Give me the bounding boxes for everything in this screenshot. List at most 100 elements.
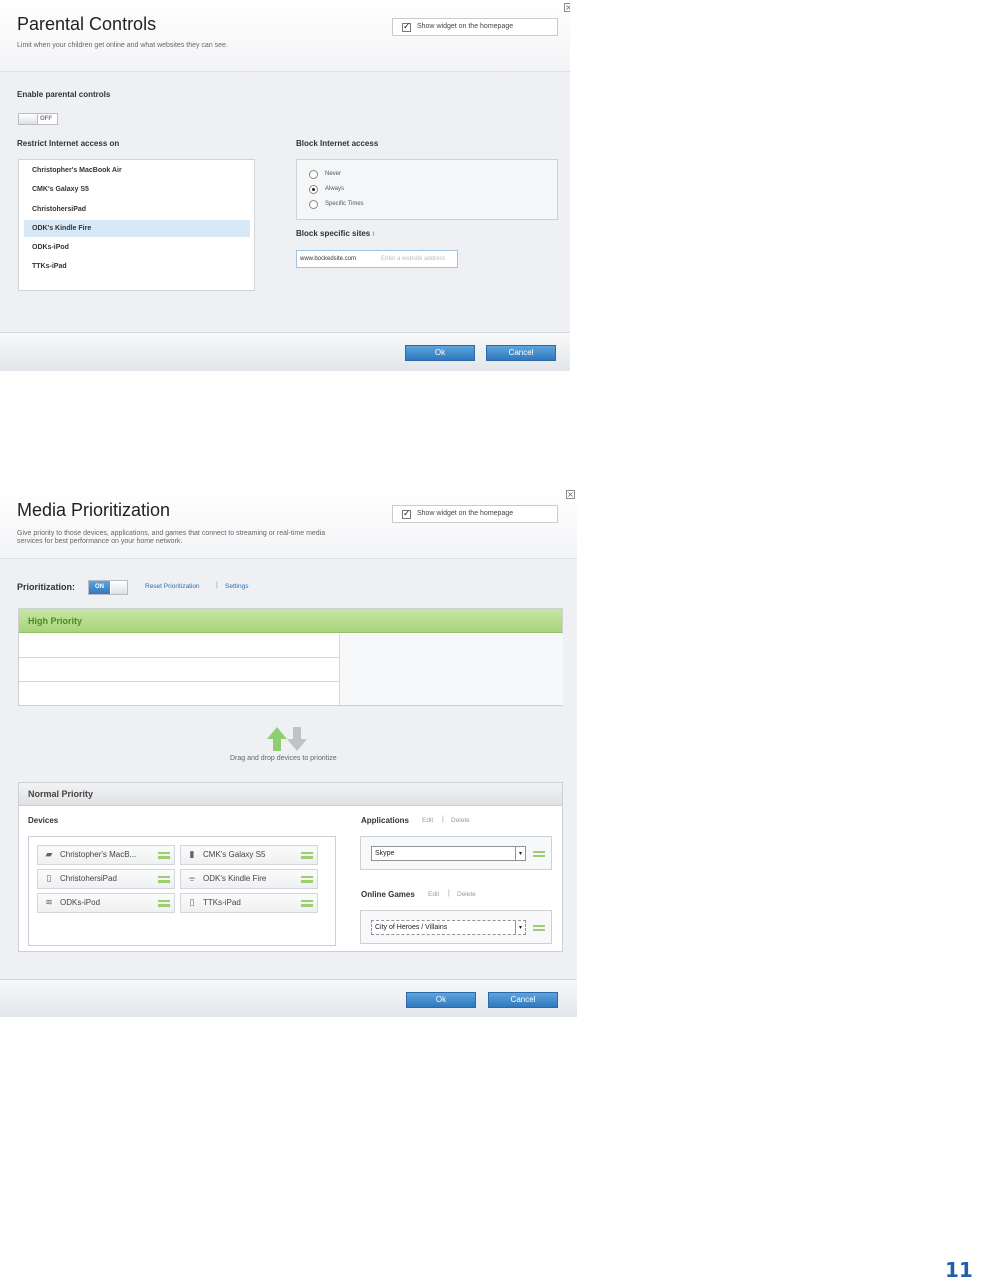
cancel-button[interactable]: Cancel bbox=[488, 992, 558, 1008]
device-tile[interactable]: ≋ ODKs-iPod bbox=[37, 893, 175, 913]
device-item[interactable]: ChristohersiPad bbox=[24, 201, 250, 218]
link-separator: | bbox=[448, 890, 450, 897]
wireless-icon: ⌯ bbox=[188, 874, 196, 884]
close-icon[interactable]: × bbox=[564, 3, 570, 12]
priority-slot[interactable] bbox=[19, 634, 339, 658]
normal-priority-heading: Normal Priority bbox=[19, 783, 562, 806]
enable-label: Enable parental controls bbox=[17, 90, 111, 99]
device-tile[interactable]: ⌯ ODK's Kindle Fire bbox=[180, 869, 318, 889]
drag-handle-icon[interactable] bbox=[158, 876, 170, 883]
show-widget-checkbox[interactable]: ✓ Show widget on the homepage bbox=[392, 18, 558, 36]
device-item[interactable]: ODKs-iPod bbox=[24, 239, 250, 256]
drag-handle-icon[interactable] bbox=[533, 925, 545, 931]
device-item[interactable]: TTKs-iPad bbox=[24, 258, 250, 275]
block-sites-label: Block specific sites ı bbox=[296, 229, 375, 238]
phone-icon: ▮ bbox=[189, 850, 195, 860]
game-select[interactable]: City of Heroes / Villains ▾ bbox=[371, 920, 526, 935]
priority-side-area bbox=[339, 634, 563, 705]
devices-label: Devices bbox=[28, 816, 59, 825]
reset-prioritization-link[interactable]: Reset Prioritization bbox=[145, 583, 200, 590]
link-separator: | bbox=[442, 816, 444, 823]
page-title: Parental Controls bbox=[17, 14, 157, 34]
toggle-state: OFF bbox=[40, 116, 52, 122]
application-select[interactable]: Skype ▾ bbox=[371, 846, 526, 861]
link-separator: | bbox=[216, 582, 218, 589]
device-item-selected[interactable]: ODK's Kindle Fire bbox=[24, 220, 250, 237]
drag-handle-icon[interactable] bbox=[533, 851, 545, 857]
radio-label: Never bbox=[325, 171, 342, 177]
cancel-button[interactable]: Cancel bbox=[486, 345, 556, 361]
device-tile[interactable]: ▰ Christopher's MacB... bbox=[37, 845, 175, 865]
site-placeholder[interactable]: Enter a website address bbox=[381, 251, 445, 267]
device-tile[interactable]: ▯ TTKs-iPad bbox=[180, 893, 318, 913]
drag-hint: Drag and drop devices to prioritize bbox=[230, 755, 337, 762]
drag-handle-icon[interactable] bbox=[301, 876, 313, 883]
games-edit-link[interactable]: Edit bbox=[428, 891, 439, 898]
dropdown-arrow-icon[interactable]: ▾ bbox=[515, 921, 525, 934]
device-tile[interactable]: ▯ ChristohersiPad bbox=[37, 869, 175, 889]
page-title: Media Prioritization bbox=[17, 500, 171, 520]
parental-header bbox=[0, 0, 570, 72]
media-footer: Ok Cancel bbox=[0, 979, 577, 1017]
show-widget-label: Show widget on the homepage bbox=[417, 510, 514, 517]
ipod-icon: ≋ bbox=[45, 898, 53, 908]
device-item[interactable]: CMK's Galaxy S5 bbox=[24, 181, 250, 198]
game-row: City of Heroes / Villains ▾ bbox=[360, 910, 552, 944]
tablet-icon: ▯ bbox=[189, 898, 195, 908]
block-options: Never Always Specific Times bbox=[296, 159, 558, 220]
ok-button[interactable]: Ok bbox=[406, 992, 476, 1008]
blocked-site-field[interactable]: www.bockedsite.com Enter a website addre… bbox=[296, 250, 458, 268]
radio-never[interactable]: Never bbox=[309, 170, 341, 179]
application-row: Skype ▾ bbox=[360, 836, 552, 870]
parental-controls-panel: × Parental Controls Limit when your chil… bbox=[0, 0, 570, 371]
checkmark-icon: ✓ bbox=[402, 22, 411, 32]
radio-selected-icon bbox=[309, 185, 318, 194]
drag-handle-icon[interactable] bbox=[158, 852, 170, 859]
restrict-label: Restrict Internet access on bbox=[17, 139, 120, 148]
show-widget-label: Show widget on the homepage bbox=[417, 23, 514, 30]
radio-specific-times[interactable]: Specific Times bbox=[309, 200, 364, 209]
prioritization-toggle[interactable]: ON bbox=[88, 580, 128, 595]
device-tile[interactable]: ▮ CMK's Galaxy S5 bbox=[180, 845, 318, 865]
toggle-state: ON bbox=[89, 581, 110, 594]
laptop-icon: ▰ bbox=[45, 850, 53, 860]
game-value: City of Heroes / Villains bbox=[375, 924, 448, 931]
tablet-icon: ▯ bbox=[46, 874, 52, 884]
priority-slot[interactable] bbox=[19, 682, 339, 706]
media-header bbox=[0, 487, 577, 559]
games-delete-link[interactable]: Delete bbox=[457, 891, 476, 898]
page-subtitle-2: services for best performance on your ho… bbox=[17, 538, 183, 545]
toggle-knob bbox=[19, 114, 38, 124]
radio-icon bbox=[309, 200, 318, 209]
priority-slot[interactable] bbox=[19, 658, 339, 682]
settings-link[interactable]: Settings bbox=[225, 583, 249, 590]
close-icon[interactable]: × bbox=[566, 490, 575, 499]
dropdown-arrow-icon[interactable]: ▾ bbox=[515, 847, 525, 860]
devices-container: ▰ Christopher's MacB... ▮ CMK's Galaxy S5 … bbox=[28, 836, 336, 946]
prioritization-label: Prioritization: bbox=[17, 582, 75, 592]
page-subtitle: Limit when your children get online and … bbox=[17, 42, 228, 49]
device-list: Christopher's MacBook Air CMK's Galaxy S… bbox=[18, 159, 255, 291]
block-label: Block Internet access bbox=[296, 139, 379, 148]
parental-toggle[interactable]: OFF bbox=[18, 113, 58, 125]
radio-icon bbox=[309, 170, 318, 179]
page-number: 11 bbox=[945, 1258, 973, 1282]
parental-footer: Ok Cancel bbox=[0, 332, 570, 371]
site-value[interactable]: www.bockedsite.com bbox=[300, 251, 356, 267]
applications-label: Applications bbox=[361, 816, 410, 825]
application-value: Skype bbox=[375, 850, 395, 857]
show-widget-checkbox[interactable]: ✓ Show widget on the homepage bbox=[392, 505, 558, 523]
info-icon: ı bbox=[372, 229, 375, 238]
drag-arrows-icon bbox=[265, 725, 313, 753]
ok-button[interactable]: Ok bbox=[405, 345, 475, 361]
toggle-knob bbox=[111, 581, 127, 594]
drag-handle-icon[interactable] bbox=[158, 900, 170, 907]
checkmark-icon: ✓ bbox=[402, 509, 411, 519]
applications-delete-link[interactable]: Delete bbox=[451, 817, 470, 824]
device-item[interactable]: Christopher's MacBook Air bbox=[24, 162, 250, 179]
radio-always[interactable]: Always bbox=[309, 185, 344, 194]
drag-handle-icon[interactable] bbox=[301, 900, 313, 907]
applications-edit-link[interactable]: Edit bbox=[422, 817, 433, 824]
drag-handle-icon[interactable] bbox=[301, 852, 313, 859]
online-games-label: Online Games bbox=[361, 890, 415, 899]
